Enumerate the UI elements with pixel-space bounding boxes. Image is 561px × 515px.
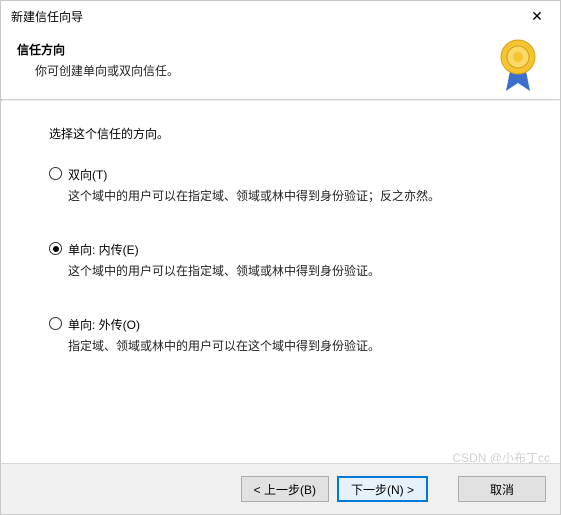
option-desc: 指定域、领域或林中的用户可以在这个域中得到身份验证。 [68,337,512,355]
header-subtitle: 你可创建单向或双向信任。 [35,62,544,79]
close-button[interactable]: ✕ [514,1,560,31]
close-icon: ✕ [531,8,543,25]
radio-two-way[interactable] [49,167,62,180]
next-button[interactable]: 下一步(N) > [337,476,428,502]
window-title: 新建信任向导 [11,8,83,25]
cancel-button[interactable]: 取消 [458,476,546,502]
option-label: 单向: 外传(O) [68,316,140,333]
option-desc: 这个域中的用户可以在指定域、领域或林中得到身份验证；反之亦然。 [68,187,512,205]
option-two-way[interactable]: 双向(T) 这个域中的用户可以在指定域、领域或林中得到身份验证；反之亦然。 [49,166,512,205]
wizard-content: 选择这个信任的方向。 双向(T) 这个域中的用户可以在指定域、领域或林中得到身份… [1,101,560,355]
option-desc: 这个域中的用户可以在指定域、领域或林中得到身份验证。 [68,262,512,280]
option-outgoing[interactable]: 单向: 外传(O) 指定域、领域或林中的用户可以在这个域中得到身份验证。 [49,316,512,355]
wizard-header: 信任方向 你可创建单向或双向信任。 [1,31,560,99]
prompt-text: 选择这个信任的方向。 [49,125,512,142]
option-incoming[interactable]: 单向: 内传(E) 这个域中的用户可以在指定域、领域或林中得到身份验证。 [49,241,512,280]
back-button[interactable]: < 上一步(B) [241,476,329,502]
radio-incoming[interactable] [49,242,62,255]
option-label: 单向: 内传(E) [68,241,139,258]
header-title: 信任方向 [17,41,544,58]
titlebar: 新建信任向导 ✕ [1,1,560,31]
option-label: 双向(T) [68,166,107,183]
wizard-footer: < 上一步(B) 下一步(N) > 取消 [1,463,560,514]
radio-outgoing[interactable] [49,317,62,330]
award-ribbon-icon [496,37,540,93]
